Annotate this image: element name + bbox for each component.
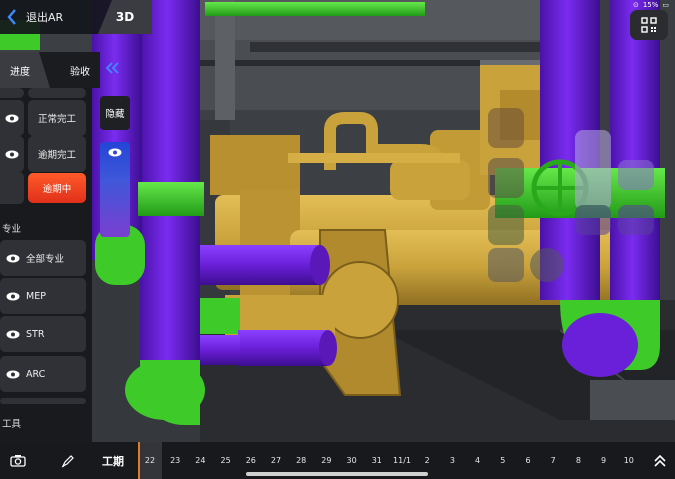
eye-icon — [108, 148, 122, 157]
status-normal-complete-button[interactable]: 正常完工 — [28, 100, 86, 136]
qr-code-button[interactable] — [630, 10, 668, 40]
discipline-section-title: 专业 — [2, 224, 22, 235]
discipline-arc-button[interactable]: ARC — [0, 356, 86, 392]
timeline-tick[interactable]: 24 — [195, 456, 205, 465]
timeline-tick[interactable]: 30 — [347, 456, 357, 465]
top-bar: 退出AR 3D — [0, 0, 152, 34]
qr-code-icon — [641, 17, 657, 33]
battery-icon: ▭ — [662, 1, 669, 9]
timeline-tick[interactable]: 23 — [170, 456, 180, 465]
mode-3d-button[interactable]: 3D — [98, 0, 152, 34]
hide-column: 隐藏 — [100, 96, 130, 241]
home-indicator[interactable] — [246, 472, 428, 476]
timeline-tick[interactable]: 8 — [576, 456, 581, 465]
eye-toggle-overdue-complete[interactable] — [0, 136, 24, 172]
timeline-tick[interactable]: 22 — [145, 456, 155, 465]
camera-button[interactable] — [2, 442, 34, 479]
timeline-tick[interactable]: 11/1 — [393, 456, 411, 465]
camera-icon — [10, 455, 26, 467]
collapse-panel-button[interactable] — [100, 56, 126, 80]
status-row-partial[interactable] — [28, 88, 86, 98]
chevron-up-icon — [654, 454, 666, 467]
battery-text: 15% — [642, 1, 659, 9]
discipline-mep-button[interactable]: MEP — [0, 278, 86, 314]
timeline-tick[interactable]: 26 — [246, 456, 256, 465]
timeline-tick[interactable]: 6 — [525, 456, 530, 465]
double-chevron-left-icon — [106, 62, 119, 74]
discipline-all-button[interactable]: 全部专业 — [0, 240, 86, 276]
pen-icon — [61, 454, 74, 467]
eye-icon — [5, 114, 19, 122]
eye-toggle-normal-complete[interactable] — [0, 100, 24, 136]
status-overdue-complete-button[interactable]: 逾期完工 — [28, 136, 86, 172]
exit-ar-label: 退出AR — [26, 11, 64, 24]
timeline-tick[interactable]: 9 — [601, 456, 606, 465]
timeline-tick[interactable]: 7 — [551, 456, 556, 465]
timeline-tick[interactable]: 27 — [271, 456, 281, 465]
timeline-tick[interactable]: 29 — [321, 456, 331, 465]
exit-ar-button[interactable]: 退出AR — [4, 4, 78, 30]
eye-toggle-partial[interactable] — [0, 88, 24, 98]
eye-icon — [0, 240, 26, 276]
timeline-tick[interactable]: 5 — [500, 456, 505, 465]
timeline-tick[interactable]: 4 — [475, 456, 480, 465]
annotate-button[interactable] — [52, 442, 84, 479]
expand-timeline-button[interactable] — [648, 442, 672, 479]
eye-icon — [5, 150, 19, 158]
tools-section-title: 工具 — [2, 419, 22, 430]
eye-icon — [0, 356, 26, 392]
period-label[interactable]: 工期 — [92, 442, 134, 479]
timeline-tick[interactable]: 25 — [221, 456, 231, 465]
timeline-tick[interactable]: 28 — [296, 456, 306, 465]
timeline-tick[interactable]: 31 — [372, 456, 382, 465]
timeline-tick[interactable]: 3 — [450, 456, 455, 465]
discipline-row-partial[interactable] — [0, 398, 86, 404]
back-chevron-icon — [4, 7, 20, 27]
lock-icon: ⊙ — [632, 1, 639, 9]
eye-icon — [0, 278, 26, 314]
status-bar: ⊙ 15% ▭ — [633, 1, 669, 9]
status-overdue-button[interactable]: 逾期中 — [28, 173, 86, 203]
discipline-str-button[interactable]: STR — [0, 316, 86, 352]
eye-icon — [0, 316, 26, 352]
eye-toggle-overdue[interactable] — [0, 172, 24, 204]
hide-button[interactable]: 隐藏 — [100, 96, 130, 130]
hide-eye-toggle[interactable] — [100, 142, 130, 237]
timeline-tick[interactable]: 2 — [425, 456, 430, 465]
tab-acceptance[interactable]: 验收 — [40, 52, 100, 88]
timeline-tick[interactable]: 10 — [624, 456, 634, 465]
